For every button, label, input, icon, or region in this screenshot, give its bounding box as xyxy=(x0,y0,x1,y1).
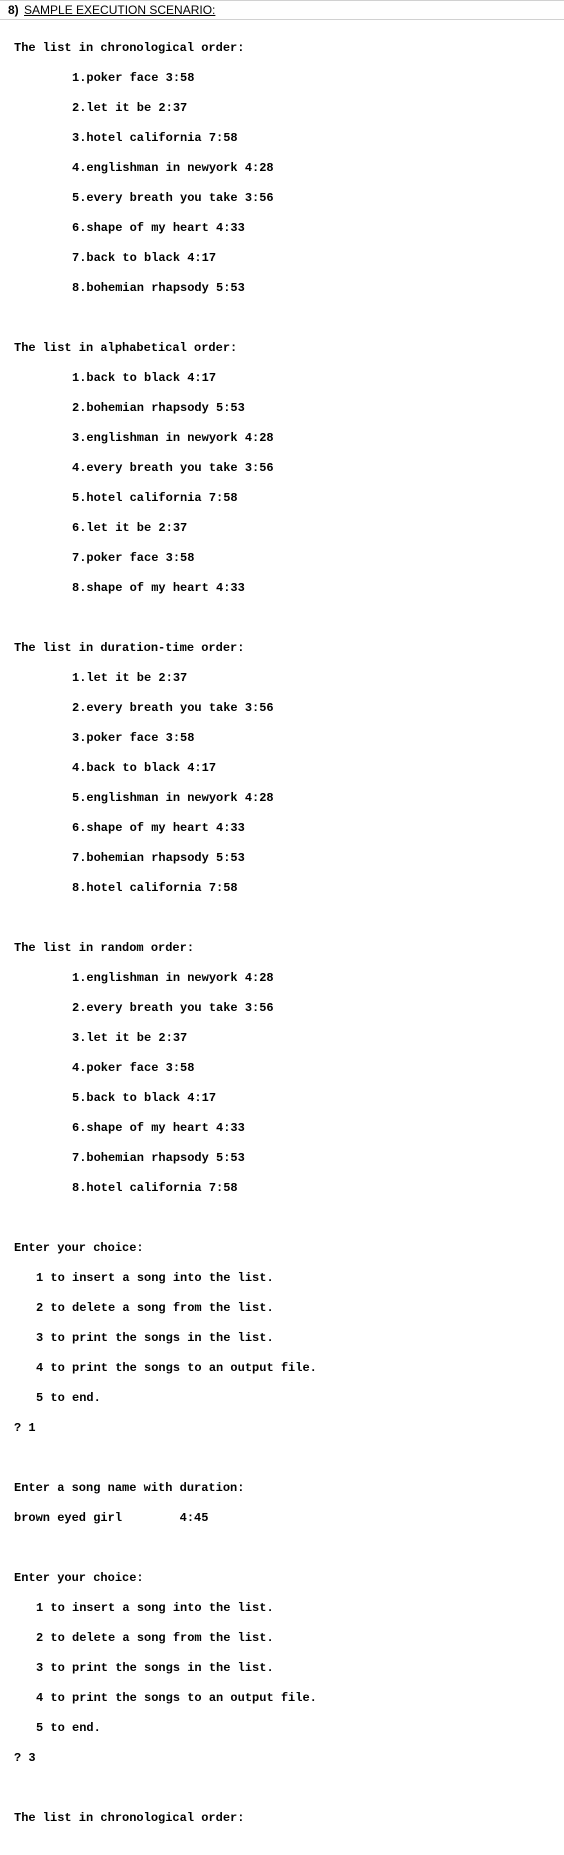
menu-option: 3 to print the songs in the list. xyxy=(14,1661,274,1676)
list-item: 6.let it be 2:37 xyxy=(14,521,187,536)
song-entry: brown eyed girl 4:45 xyxy=(14,1511,550,1526)
list-item: 8.bohemian rhapsody 5:53 xyxy=(14,281,245,296)
list-item: 6.shape of my heart 4:33 xyxy=(14,821,245,836)
list-item: 7.bohemian rhapsody 5:53 xyxy=(14,851,245,866)
menu-option: 5 to end. xyxy=(14,1391,101,1406)
list-item: 8.hotel california 7:58 xyxy=(14,1181,238,1196)
menu-option: 1 to insert a song into the list. xyxy=(14,1271,274,1286)
menu-option: 4 to print the songs to an output file. xyxy=(14,1691,317,1706)
chrono-heading: The list in chronological order: xyxy=(14,41,550,56)
alpha-heading: The list in alphabetical order: xyxy=(14,341,550,356)
menu-option: 2 to delete a song from the list. xyxy=(14,1631,274,1646)
list-item: 6.shape of my heart 4:33 xyxy=(14,221,245,236)
execution-output: The list in chronological order: 1.poker… xyxy=(0,20,564,1855)
menu-option: 2 to delete a song from the list. xyxy=(14,1301,274,1316)
list-item: 5.every breath you take 3:56 xyxy=(14,191,274,206)
list-item: 4.poker face 3:58 xyxy=(14,1061,194,1076)
user-input: ? 3 xyxy=(14,1751,550,1766)
list-item: 3.let it be 2:37 xyxy=(14,1031,187,1046)
section-title: SAMPLE EXECUTION SCENARIO: xyxy=(24,3,215,17)
list-item: 7.poker face 3:58 xyxy=(14,551,194,566)
list-item: 4.every breath you take 3:56 xyxy=(14,461,274,476)
menu-option: 5 to end. xyxy=(14,1721,101,1736)
list-item: 8.hotel california 7:58 xyxy=(14,881,238,896)
list-item: 5.hotel california 7:58 xyxy=(14,491,238,506)
list-item: 2.bohemian rhapsody 5:53 xyxy=(14,401,245,416)
list-item: 1.englishman in newyork 4:28 xyxy=(14,971,274,986)
section-header: 8) SAMPLE EXECUTION SCENARIO: xyxy=(0,0,564,20)
list-item: 6.shape of my heart 4:33 xyxy=(14,1121,245,1136)
menu-option: 1 to insert a song into the list. xyxy=(14,1601,274,1616)
list-item: 8.shape of my heart 4:33 xyxy=(14,581,245,596)
list-item: 4.englishman in newyork 4:28 xyxy=(14,161,274,176)
random-heading: The list in random order: xyxy=(14,941,550,956)
menu-option: 4 to print the songs to an output file. xyxy=(14,1361,317,1376)
list-item: 1.let it be 2:37 xyxy=(14,671,187,686)
chrono-heading-2: The list in chronological order: xyxy=(14,1811,550,1826)
list-item: 7.back to black 4:17 xyxy=(14,251,216,266)
list-item: 5.englishman in newyork 4:28 xyxy=(14,791,274,806)
list-item: 5.back to black 4:17 xyxy=(14,1091,216,1106)
list-item: 4.back to black 4:17 xyxy=(14,761,216,776)
list-item: 2.let it be 2:37 xyxy=(14,101,187,116)
section-number: 8) xyxy=(8,3,19,17)
list-item: 2.every breath you take 3:56 xyxy=(14,1001,274,1016)
list-item: 1.poker face 3:58 xyxy=(14,71,194,86)
user-input: ? 1 xyxy=(14,1421,550,1436)
list-item: 3.hotel california 7:58 xyxy=(14,131,238,146)
list-item: 3.poker face 3:58 xyxy=(14,731,194,746)
list-item: 1.back to black 4:17 xyxy=(14,371,216,386)
song-prompt: Enter a song name with duration: xyxy=(14,1481,550,1496)
duration-heading: The list in duration-time order: xyxy=(14,641,550,656)
menu-option: 3 to print the songs in the list. xyxy=(14,1331,274,1346)
menu-heading: Enter your choice: xyxy=(14,1571,550,1586)
list-item: 2.every breath you take 3:56 xyxy=(14,701,274,716)
list-item: 7.bohemian rhapsody 5:53 xyxy=(14,1151,245,1166)
menu-heading: Enter your choice: xyxy=(14,1241,550,1256)
list-item: 3.englishman in newyork 4:28 xyxy=(14,431,274,446)
